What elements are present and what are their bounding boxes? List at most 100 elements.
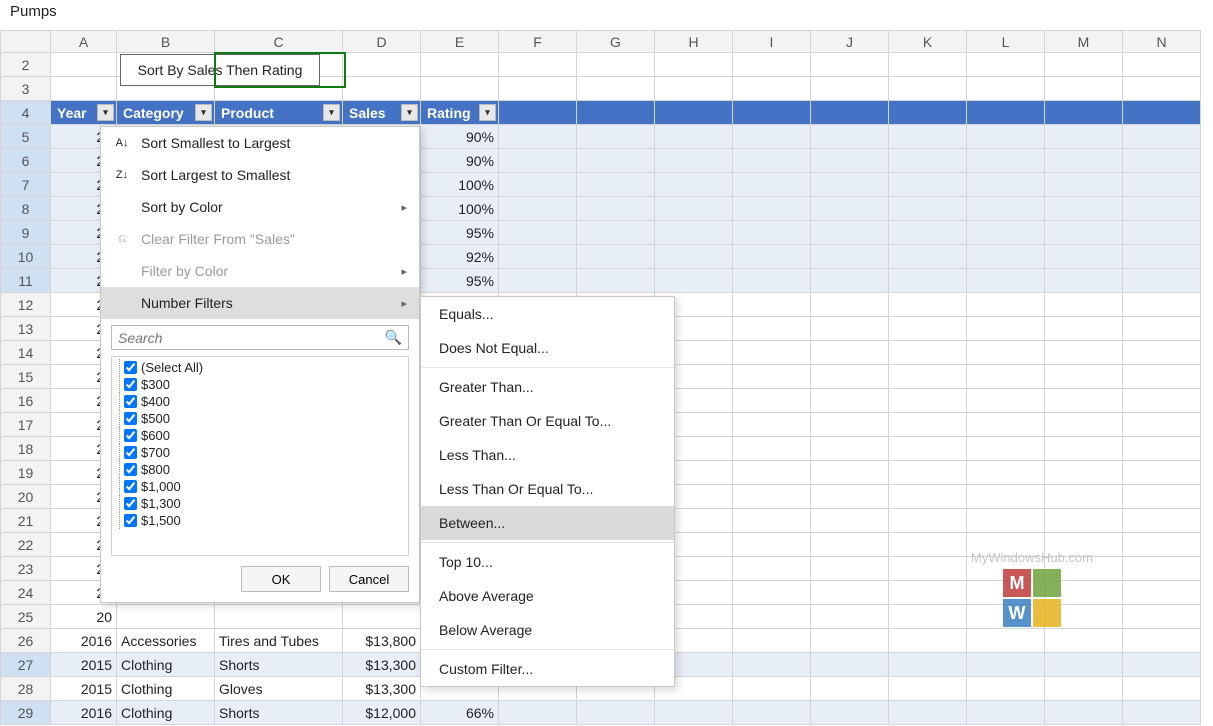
cell[interactable] — [889, 125, 967, 149]
sort-descending-item[interactable]: Z↓ Sort Largest to Smallest — [101, 159, 419, 191]
cell[interactable] — [733, 77, 811, 101]
cell[interactable] — [733, 125, 811, 149]
filter-lte[interactable]: Less Than Or Equal To... — [421, 472, 674, 506]
cell[interactable] — [733, 701, 811, 725]
cell[interactable] — [733, 53, 811, 77]
cell[interactable] — [1045, 365, 1123, 389]
row-header[interactable]: 12 — [1, 293, 51, 317]
cell[interactable] — [421, 77, 499, 101]
cell[interactable] — [1045, 461, 1123, 485]
cell[interactable] — [1045, 677, 1123, 701]
cell[interactable] — [655, 269, 733, 293]
cell[interactable] — [733, 653, 811, 677]
cell[interactable] — [733, 533, 811, 557]
cell[interactable] — [1045, 509, 1123, 533]
cell[interactable] — [967, 245, 1045, 269]
cell[interactable] — [1045, 77, 1123, 101]
cell[interactable] — [733, 221, 811, 245]
cell[interactable] — [889, 389, 967, 413]
row-header[interactable]: 3 — [1, 77, 51, 101]
row-header[interactable]: 20 — [1, 485, 51, 509]
cell[interactable] — [577, 53, 655, 77]
cell[interactable] — [499, 125, 577, 149]
filter-value-checkbox[interactable] — [124, 497, 137, 510]
cell[interactable] — [889, 605, 967, 629]
cell[interactable] — [967, 461, 1045, 485]
cell[interactable]: Clothing — [117, 653, 215, 677]
cell[interactable]: Gloves — [215, 677, 343, 701]
cell[interactable] — [1045, 317, 1123, 341]
cell[interactable]: 95% — [421, 269, 499, 293]
filter-top10[interactable]: Top 10... — [421, 545, 674, 579]
cell[interactable] — [889, 149, 967, 173]
cell[interactable] — [811, 125, 889, 149]
cell[interactable] — [967, 413, 1045, 437]
cell[interactable] — [811, 605, 889, 629]
cell[interactable] — [1045, 293, 1123, 317]
cell[interactable] — [811, 101, 889, 125]
col-header-D[interactable]: D — [343, 31, 421, 53]
col-header-A[interactable]: A — [51, 31, 117, 53]
cell[interactable] — [967, 701, 1045, 725]
cell[interactable] — [1123, 701, 1201, 725]
cell[interactable] — [1123, 341, 1201, 365]
row-header[interactable]: 13 — [1, 317, 51, 341]
cell[interactable] — [577, 173, 655, 197]
cell[interactable] — [499, 269, 577, 293]
cell[interactable] — [1123, 509, 1201, 533]
cell[interactable] — [1123, 605, 1201, 629]
cell[interactable] — [967, 629, 1045, 653]
cell[interactable]: $13,300 — [343, 677, 421, 701]
cell[interactable] — [733, 413, 811, 437]
cell[interactable] — [1045, 653, 1123, 677]
cell[interactable] — [967, 173, 1045, 197]
filter-value-checkbox[interactable] — [124, 446, 137, 459]
cell[interactable] — [577, 197, 655, 221]
cell[interactable] — [1123, 677, 1201, 701]
filter-value-checkbox[interactable] — [124, 514, 137, 527]
cell[interactable] — [967, 365, 1045, 389]
cell[interactable] — [811, 221, 889, 245]
cell[interactable] — [1045, 53, 1123, 77]
filter-greater-than[interactable]: Greater Than... — [421, 370, 674, 404]
filter-value-row[interactable]: $300 — [116, 376, 408, 393]
cell[interactable] — [499, 149, 577, 173]
cell[interactable] — [577, 221, 655, 245]
filter-value-row[interactable]: $500 — [116, 410, 408, 427]
cell[interactable] — [967, 149, 1045, 173]
cell[interactable] — [811, 437, 889, 461]
cell[interactable] — [889, 293, 967, 317]
filter-gte[interactable]: Greater Than Or Equal To... — [421, 404, 674, 438]
cell[interactable] — [1123, 485, 1201, 509]
cell[interactable] — [811, 173, 889, 197]
cell[interactable] — [577, 245, 655, 269]
cell[interactable] — [889, 197, 967, 221]
col-header-G[interactable]: G — [577, 31, 655, 53]
cell[interactable] — [733, 245, 811, 269]
cell[interactable]: 90% — [421, 125, 499, 149]
cell[interactable]: 100% — [421, 197, 499, 221]
cell[interactable] — [1123, 269, 1201, 293]
cell[interactable] — [1123, 437, 1201, 461]
ok-button[interactable]: OK — [241, 566, 321, 592]
cell[interactable] — [889, 245, 967, 269]
row-header[interactable]: 29 — [1, 701, 51, 725]
cell[interactable] — [1045, 101, 1123, 125]
cell[interactable] — [967, 269, 1045, 293]
cell[interactable]: 90% — [421, 149, 499, 173]
cell[interactable] — [1045, 701, 1123, 725]
cell[interactable] — [733, 605, 811, 629]
cell[interactable] — [655, 701, 733, 725]
cell[interactable] — [499, 245, 577, 269]
cell[interactable] — [343, 605, 421, 629]
cell[interactable] — [889, 581, 967, 605]
cell[interactable] — [117, 605, 215, 629]
cell[interactable]: 92% — [421, 245, 499, 269]
number-filters-item[interactable]: Number Filters — [101, 287, 419, 319]
row-header[interactable]: 17 — [1, 413, 51, 437]
cell[interactable] — [499, 701, 577, 725]
row-header[interactable]: 28 — [1, 677, 51, 701]
cell[interactable]: Clothing — [117, 701, 215, 725]
cell[interactable] — [889, 677, 967, 701]
cell[interactable] — [215, 605, 343, 629]
